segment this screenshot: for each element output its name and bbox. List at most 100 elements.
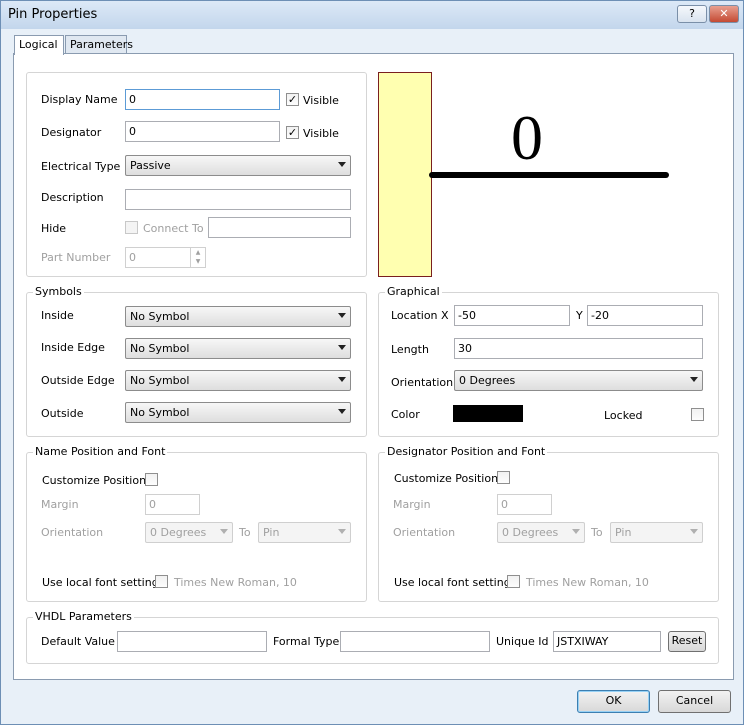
inside-edge-symbol-value: No Symbol bbox=[130, 342, 190, 355]
designator-to-label: To bbox=[591, 526, 603, 539]
designator-to-select[interactable]: Pin bbox=[610, 522, 703, 543]
connect-to-label: Connect To bbox=[143, 222, 204, 235]
outside-label: Outside bbox=[41, 407, 84, 420]
designator-orientation-select[interactable]: 0 Degrees bbox=[497, 522, 585, 543]
designator-input[interactable]: 0 bbox=[125, 121, 280, 142]
formal-type-input[interactable] bbox=[340, 631, 490, 652]
designator-customize-position-checkbox[interactable] bbox=[497, 471, 510, 484]
name-margin-input[interactable]: 0 bbox=[145, 494, 200, 515]
outside-edge-label: Outside Edge bbox=[41, 374, 115, 387]
part-number-input[interactable]: 0 ▲ ▼ bbox=[125, 247, 206, 268]
electrical-type-select[interactable]: Passive bbox=[125, 155, 351, 176]
spin-down-icon[interactable]: ▼ bbox=[191, 257, 205, 266]
unique-id-input[interactable]: JSTXIWAY bbox=[553, 631, 661, 652]
tab-logical[interactable]: Logical bbox=[14, 35, 64, 55]
part-number-spinner[interactable]: ▲ ▼ bbox=[190, 248, 205, 267]
designator-font-value[interactable]: Times New Roman, 10 bbox=[526, 576, 649, 589]
inside-edge-symbol-select[interactable]: No Symbol bbox=[125, 338, 351, 359]
name-to-label: To bbox=[239, 526, 251, 539]
default-value-label: Default Value bbox=[41, 635, 115, 648]
designator-label: Designator bbox=[41, 126, 102, 139]
connect-to-input[interactable] bbox=[208, 217, 351, 238]
spin-up-icon[interactable]: ▲ bbox=[191, 248, 205, 257]
chevron-down-icon bbox=[690, 529, 698, 534]
name-customize-position-checkbox[interactable] bbox=[145, 473, 158, 486]
chevron-down-icon bbox=[572, 529, 580, 534]
designator-orientation-label: Orientation bbox=[393, 526, 456, 539]
display-name-visible-label: Visible bbox=[303, 94, 339, 107]
vhdl-group-title: VHDL Parameters bbox=[33, 610, 134, 623]
description-input[interactable] bbox=[125, 189, 351, 210]
chevron-down-icon bbox=[338, 529, 346, 534]
designator-orientation-value: 0 Degrees bbox=[502, 526, 559, 539]
designator-customize-position-label: Customize Position bbox=[394, 472, 499, 485]
pin-name-label: 0 bbox=[511, 102, 543, 173]
unique-id-label: Unique Id bbox=[496, 635, 549, 648]
hide-label: Hide bbox=[41, 222, 67, 235]
outside-edge-symbol-select[interactable]: No Symbol bbox=[125, 370, 351, 391]
window-title: Pin Properties bbox=[8, 7, 98, 22]
name-position-group: Name Position and Font Customize Positio… bbox=[26, 445, 367, 602]
name-font-value[interactable]: Times New Roman, 10 bbox=[174, 576, 297, 589]
name-margin-label: Margin bbox=[41, 498, 79, 511]
name-customize-position-label: Customize Position bbox=[42, 474, 147, 487]
designator-margin-input[interactable]: 0 bbox=[497, 494, 552, 515]
electrical-type-value: Passive bbox=[130, 159, 171, 172]
formal-type-label: Formal Type bbox=[273, 635, 340, 648]
inside-label: Inside bbox=[41, 309, 74, 322]
location-y-input[interactable]: -20 bbox=[587, 305, 703, 326]
chevron-down-icon bbox=[338, 409, 346, 414]
tab-parameters[interactable]: Parameters bbox=[65, 35, 133, 54]
name-orientation-value: 0 Degrees bbox=[150, 526, 207, 539]
designator-local-font-label: Use local font setting bbox=[394, 576, 511, 589]
length-label: Length bbox=[391, 343, 429, 356]
chevron-down-icon bbox=[338, 345, 346, 350]
length-input[interactable]: 30 bbox=[454, 338, 703, 359]
symbols-group: Symbols Inside No Symbol Inside Edge No … bbox=[26, 285, 367, 437]
default-value-input[interactable] bbox=[117, 631, 267, 652]
name-orientation-label: Orientation bbox=[41, 526, 104, 539]
name-to-value: Pin bbox=[263, 526, 280, 539]
outside-symbol-value: No Symbol bbox=[130, 406, 190, 419]
display-name-visible-checkbox[interactable]: ✓ bbox=[286, 93, 299, 106]
pin-properties-dialog: Pin Properties ? ✕ Logical Parameters Di… bbox=[0, 0, 744, 725]
designator-visible-checkbox[interactable]: ✓ bbox=[286, 126, 299, 139]
name-to-select[interactable]: Pin bbox=[258, 522, 351, 543]
name-position-group-title: Name Position and Font bbox=[33, 445, 168, 458]
outside-symbol-select[interactable]: No Symbol bbox=[125, 402, 351, 423]
chevron-down-icon bbox=[338, 313, 346, 318]
designator-position-group: Designator Position and Font Customize P… bbox=[378, 445, 719, 602]
description-label: Description bbox=[41, 191, 104, 204]
graphical-group: Graphical Location X -50 Y -20 Length 30… bbox=[378, 285, 719, 437]
outside-edge-symbol-value: No Symbol bbox=[130, 374, 190, 387]
name-orientation-select[interactable]: 0 Degrees bbox=[145, 522, 233, 543]
orientation-label: Orientation bbox=[391, 376, 454, 389]
reset-button[interactable]: Reset bbox=[668, 631, 706, 652]
locked-checkbox[interactable] bbox=[691, 408, 704, 421]
location-y-label: Y bbox=[576, 309, 583, 322]
inside-symbol-select[interactable]: No Symbol bbox=[125, 306, 351, 327]
color-swatch[interactable] bbox=[453, 405, 523, 422]
hide-checkbox[interactable] bbox=[125, 221, 138, 234]
part-number-label: Part Number bbox=[41, 251, 111, 264]
part-number-value: 0 bbox=[129, 251, 136, 264]
cancel-button[interactable]: Cancel bbox=[658, 690, 731, 713]
name-local-font-checkbox[interactable] bbox=[155, 575, 168, 588]
locked-label: Locked bbox=[604, 409, 643, 422]
location-x-input[interactable]: -50 bbox=[454, 305, 570, 326]
name-local-font-label: Use local font setting bbox=[42, 576, 159, 589]
designator-to-value: Pin bbox=[615, 526, 632, 539]
graphical-group-title: Graphical bbox=[385, 285, 442, 298]
pin-preview: 0 bbox=[378, 72, 669, 277]
chevron-down-icon bbox=[690, 377, 698, 382]
display-name-input[interactable]: 0 bbox=[125, 89, 280, 110]
ok-button[interactable]: OK bbox=[577, 690, 650, 713]
component-body bbox=[378, 72, 432, 277]
pin-logical-group: Display Name 0 ✓ Visible Designator 0 ✓ … bbox=[26, 72, 367, 277]
designator-margin-label: Margin bbox=[393, 498, 431, 511]
close-button[interactable]: ✕ bbox=[709, 5, 739, 23]
help-button[interactable]: ? bbox=[677, 5, 707, 23]
orientation-select[interactable]: 0 Degrees bbox=[454, 370, 703, 391]
designator-local-font-checkbox[interactable] bbox=[507, 575, 520, 588]
chevron-down-icon bbox=[338, 162, 346, 167]
